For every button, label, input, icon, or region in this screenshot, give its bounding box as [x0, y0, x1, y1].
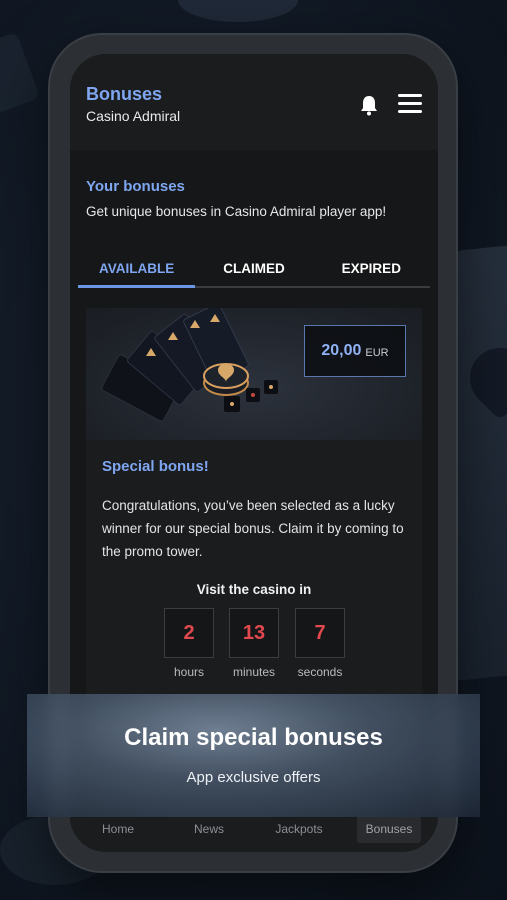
promo-banner: Claim special bonuses App exclusive offe…	[27, 694, 480, 817]
bonus-card[interactable]: 20,00 EUR Special bonus! Congratulations…	[86, 308, 422, 728]
countdown-minutes: 13	[229, 608, 279, 658]
nav-jackpots[interactable]: Jackpots	[267, 815, 331, 843]
hamburger-menu-icon[interactable]	[398, 94, 422, 116]
countdown-seconds-label: seconds	[297, 665, 343, 679]
bonus-image: 20,00 EUR	[86, 308, 422, 440]
bonus-title: Special bonus!	[102, 458, 209, 475]
background-chip	[178, 0, 298, 22]
bell-icon[interactable]	[359, 94, 379, 116]
bonus-tabs: AVAILABLE CLAIMED EXPIRED	[78, 254, 430, 288]
nav-news[interactable]: News	[177, 815, 241, 843]
tab-claimed[interactable]: CLAIMED	[195, 254, 312, 286]
countdown-seconds: 7	[295, 608, 345, 658]
promo-subtitle: App exclusive offers	[186, 769, 321, 786]
background-playing-card	[452, 238, 507, 682]
bonus-description: Congratulations, you’ve been selected as…	[102, 498, 404, 559]
countdown-title: Visit the casino in	[196, 582, 312, 597]
countdown-hours-label: hours	[173, 665, 205, 679]
bonus-amount-badge: 20,00 EUR	[304, 325, 406, 377]
page-subtitle: Casino Admiral	[86, 108, 181, 124]
countdown-minutes-label: minutes	[232, 665, 276, 679]
tab-available[interactable]: AVAILABLE	[78, 254, 196, 288]
nav-home[interactable]: Home	[86, 815, 150, 843]
bonus-currency: EUR	[365, 346, 389, 359]
background-card-left	[0, 31, 41, 119]
bonus-amount: 20,00	[321, 342, 362, 359]
section-description: Get unique bonuses in Casino Admiral pla…	[86, 204, 387, 219]
section-title: Your bonuses	[86, 178, 185, 195]
promo-title: Claim special bonuses	[124, 724, 383, 751]
page-title: Bonuses	[86, 84, 163, 104]
tab-expired[interactable]: EXPIRED	[313, 254, 430, 286]
app-header: Bonuses Casino Admiral	[70, 54, 438, 150]
nav-bonuses[interactable]: Bonuses	[357, 815, 421, 843]
countdown-hours: 2	[164, 608, 214, 658]
